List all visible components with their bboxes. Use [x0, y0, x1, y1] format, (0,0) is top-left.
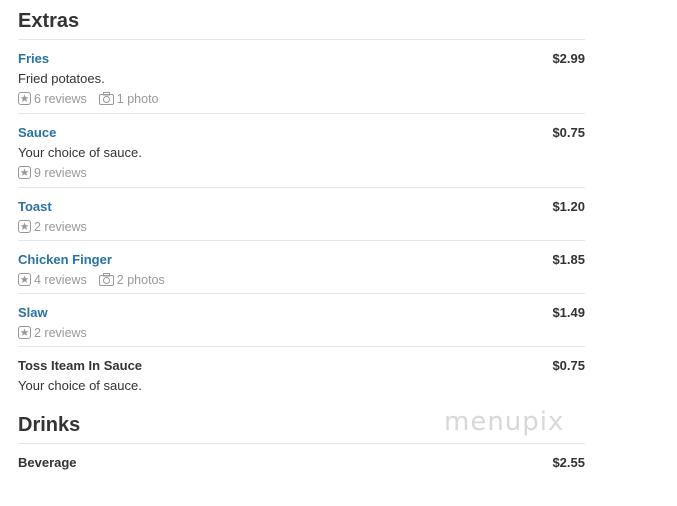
item-name-link[interactable]: Chicken Finger	[18, 252, 112, 267]
photos-link[interactable]: 2 photos	[98, 272, 165, 287]
reviews-link[interactable]: 2 reviews	[18, 220, 87, 234]
item-name-link[interactable]: Toast	[18, 199, 52, 214]
item-name: Toss Iteam In Sauce	[18, 357, 143, 373]
item-price: $1.85	[552, 251, 585, 267]
reviews-link[interactable]: 4 reviews	[18, 273, 87, 287]
reviews-count: 9 reviews	[34, 165, 87, 180]
menu-item-chicken-finger: Chicken Finger $1.85 4 reviews 2 photos	[18, 241, 585, 294]
reviews-count: 4 reviews	[34, 272, 87, 287]
camera-icon	[98, 92, 114, 105]
menu-item-fries: Fries $2.99 Fried potatoes. 6 reviews 1 …	[18, 40, 585, 114]
photos-link[interactable]: 1 photo	[98, 91, 159, 106]
item-name: Beverage	[18, 454, 77, 470]
item-price: $2.99	[552, 50, 585, 66]
menu-item-slaw: Slaw $1.49 2 reviews	[18, 294, 585, 347]
star-badge-icon	[18, 273, 31, 286]
reviews-link[interactable]: 6 reviews	[18, 92, 87, 106]
item-description: Fried potatoes.	[18, 71, 105, 86]
photos-count: 2 photos	[116, 272, 165, 287]
item-name-link[interactable]: Slaw	[18, 305, 48, 320]
star-badge-icon	[18, 166, 31, 179]
star-badge-icon	[18, 92, 31, 105]
item-price: $0.75	[552, 124, 585, 140]
camera-icon	[98, 273, 114, 286]
item-price: $1.49	[552, 304, 585, 320]
item-description: Your choice of sauce.	[18, 145, 142, 160]
reviews-link[interactable]: 2 reviews	[18, 326, 87, 340]
reviews-link[interactable]: 9 reviews	[18, 166, 87, 180]
item-name-link[interactable]: Sauce	[18, 125, 56, 140]
item-price: $1.20	[552, 198, 585, 214]
star-badge-icon	[18, 326, 31, 339]
reviews-count: 2 reviews	[34, 219, 87, 234]
star-badge-icon	[18, 220, 31, 233]
item-price: $2.55	[552, 454, 585, 470]
reviews-count: 6 reviews	[34, 91, 87, 106]
menu-item-beverage: Beverage $2.55	[18, 444, 585, 484]
reviews-count: 2 reviews	[34, 325, 87, 340]
menu-item-sauce: Sauce $0.75 Your choice of sauce. 9 revi…	[18, 114, 585, 188]
item-description: Your choice of sauce.	[18, 378, 142, 393]
item-name-link[interactable]: Fries	[18, 51, 49, 66]
section-title-extras: Extras	[18, 0, 585, 40]
menu-item-toast: Toast $1.20 2 reviews	[18, 188, 585, 241]
watermark-logo: menupix	[444, 407, 565, 437]
photos-count: 1 photo	[116, 91, 159, 106]
section-extras: Extras Fries $2.99 Fried potatoes. 6 rev…	[18, 0, 585, 407]
menu-item-toss-item-in-sauce: Toss Iteam In Sauce $0.75 Your choice of…	[18, 347, 585, 407]
item-price: $0.75	[552, 357, 585, 373]
